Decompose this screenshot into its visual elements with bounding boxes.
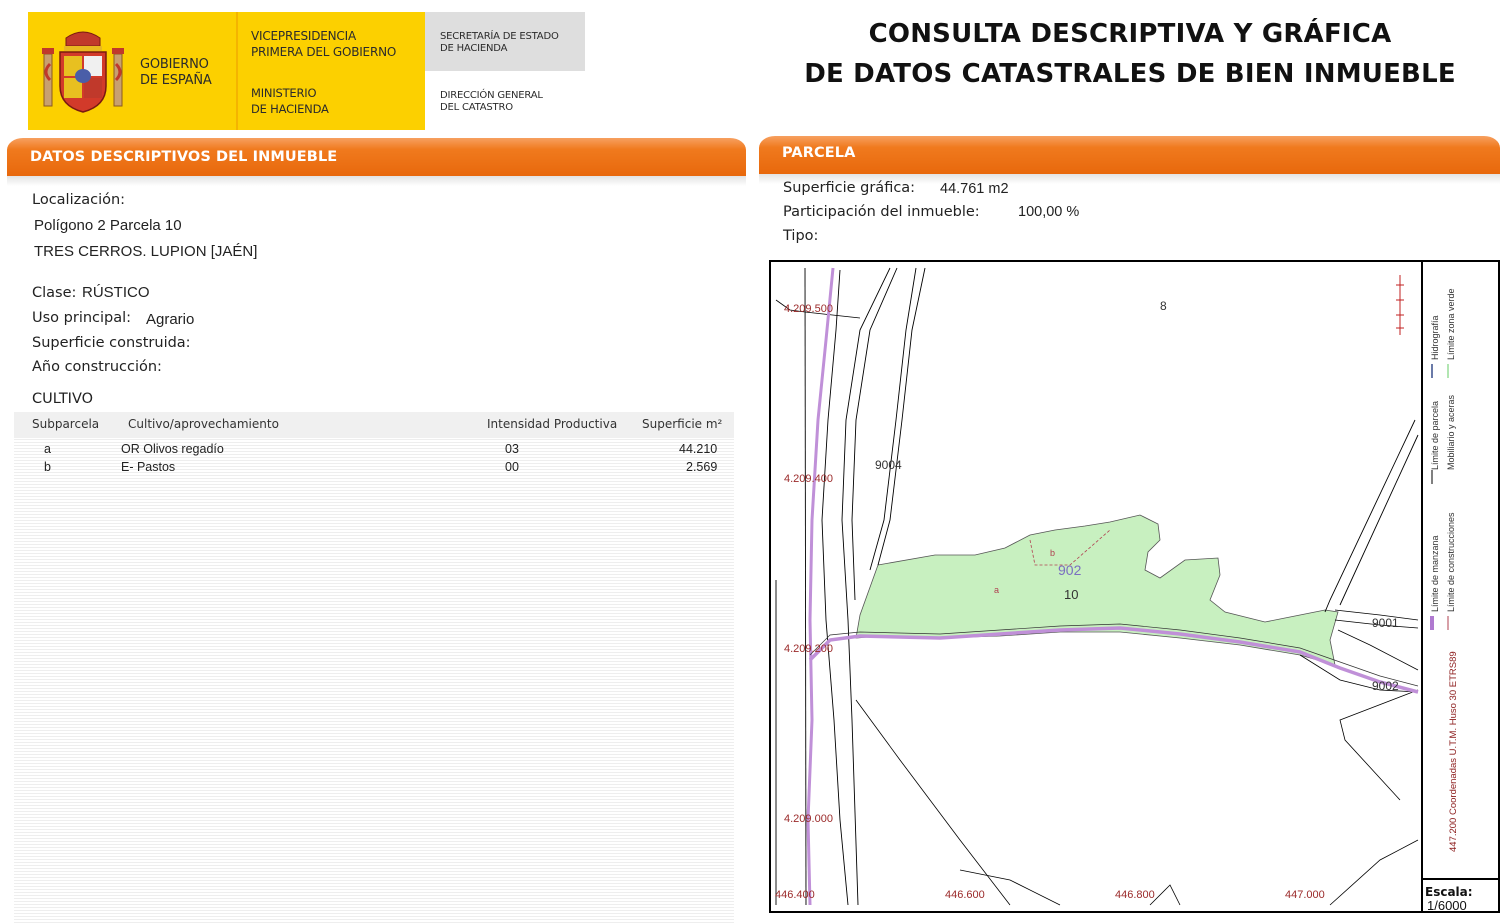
manzana-boundary bbox=[806, 267, 835, 906]
superficie-grafica-label: Superficie gráfica: bbox=[783, 180, 916, 196]
localizacion-line2: TRES CERROS. LUPION [JAÉN] bbox=[34, 243, 258, 260]
legend-scale-separator bbox=[1421, 878, 1500, 880]
uso-principal-value: Agrario bbox=[146, 311, 195, 328]
localizacion-line1: Polígono 2 Parcela 10 bbox=[34, 217, 182, 234]
coat-of-arms-icon bbox=[42, 31, 124, 113]
superficie-grafica-value: 44.761 m2 bbox=[940, 181, 1009, 197]
cadastral-map[interactable]: 4.209.500 4.209.400 4.209.200 4.209.000 … bbox=[771, 262, 1421, 911]
cultivo-table-header bbox=[14, 412, 734, 438]
table-row: b E- Pastos 00 2.569 bbox=[14, 458, 734, 476]
parcel-label: 902 bbox=[1058, 562, 1082, 578]
ministerio-label: MINISTERIO DE HACIENDA bbox=[251, 86, 329, 116]
direccion-catastro-label: DIRECCIÓN GENERAL DEL CATASTRO bbox=[440, 90, 543, 113]
legend-hidrografia: Hidrografía bbox=[1430, 315, 1440, 360]
y-coord-label: 4.209.500 bbox=[784, 303, 833, 315]
legend-construcciones: Límite de construcciones bbox=[1446, 512, 1456, 612]
y-coord-label: 4.209.400 bbox=[784, 473, 833, 485]
parcel-label: 8 bbox=[1160, 299, 1167, 313]
cell-intensidad: 03 bbox=[505, 442, 519, 456]
datos-section-shadow bbox=[7, 176, 746, 186]
subparcel-label: a bbox=[994, 585, 999, 595]
cell-subparcela: a bbox=[44, 442, 51, 456]
anio-construccion-label: Año construcción: bbox=[32, 359, 162, 375]
boundary-line bbox=[1329, 839, 1419, 906]
legend-swatch-manzana bbox=[1430, 616, 1434, 630]
y-coord-label: 4.209.200 bbox=[784, 643, 833, 655]
header-cultivo: Cultivo/aprovechamiento bbox=[128, 417, 279, 431]
header-divider bbox=[236, 12, 238, 130]
parcela-section-title: PARCELA bbox=[782, 145, 856, 161]
north-arrow-icon bbox=[1396, 275, 1404, 335]
legend-mobiliario: Mobiliario y aceras bbox=[1446, 394, 1456, 470]
legend-separator bbox=[1421, 262, 1423, 911]
x-coord-label: 446.600 bbox=[945, 889, 985, 901]
legend-zona-verde: Límite zona verde bbox=[1446, 288, 1456, 360]
x-coord-label: 446.800 bbox=[1115, 889, 1155, 901]
parcel-label: 10 bbox=[1064, 587, 1078, 602]
boundary-line bbox=[821, 269, 849, 906]
header-intensidad: Intensidad Productiva bbox=[487, 417, 618, 431]
boundary-line bbox=[1339, 434, 1419, 606]
boundary-line bbox=[855, 699, 1011, 906]
page-title: CONSULTA DESCRIPTIVA Y GRÁFICA DE DATOS C… bbox=[804, 19, 1456, 89]
y-coord-label: 4.209.000 bbox=[784, 813, 833, 825]
parcel-label: 9004 bbox=[875, 458, 902, 472]
participacion-label: Participación del inmueble: bbox=[783, 204, 980, 220]
boundary-line bbox=[1324, 419, 1416, 613]
cultivo-table-background bbox=[14, 410, 734, 924]
secretaria-label: SECRETARÍA DE ESTADO DE HACIENDA bbox=[440, 31, 559, 54]
gobierno-espana-label: GOBIERNO DE ESPAÑA bbox=[140, 57, 212, 88]
escala-value: 1/6000 bbox=[1427, 898, 1467, 913]
header-superficie: Superficie m² bbox=[642, 417, 723, 431]
cell-superficie: 44.210 bbox=[679, 442, 718, 456]
cell-cultivo: E- Pastos bbox=[121, 460, 176, 474]
legend-manzana: Límite de manzana bbox=[1430, 535, 1440, 612]
uso-principal-label: Uso principal: bbox=[32, 310, 132, 326]
clase-value: RÚSTICO bbox=[82, 284, 150, 301]
datos-section-title: DATOS DESCRIPTIVOS DEL INMUEBLE bbox=[30, 149, 338, 165]
legend-parcela: Límite de parcela bbox=[1430, 400, 1440, 470]
clase-label: Clase: bbox=[32, 285, 77, 301]
boundary-line bbox=[1337, 629, 1419, 671]
legend-coordinates: 447.200 Coordenadas U.T.M. Huso 30 ETRS8… bbox=[1448, 651, 1459, 852]
boundary-line bbox=[804, 267, 807, 906]
cell-subparcela: b bbox=[44, 460, 51, 474]
x-coord-label: 447.000 bbox=[1285, 889, 1325, 901]
escala-label: Escala: bbox=[1425, 885, 1473, 899]
boundary-line bbox=[1339, 689, 1419, 801]
subparcel-label: b bbox=[1050, 548, 1055, 558]
participacion-value: 100,00 % bbox=[1018, 204, 1080, 220]
cell-cultivo: OR Olivos regadío bbox=[121, 442, 224, 456]
vicepresidencia-label: VICEPRESIDENCIA PRIMERA DEL GOBIERNO bbox=[251, 29, 397, 59]
cell-superficie: 2.569 bbox=[686, 460, 718, 474]
x-coord-label: 446.400 bbox=[775, 889, 815, 901]
superficie-construida-label: Superficie construida: bbox=[32, 335, 191, 351]
localizacion-label: Localización: bbox=[32, 192, 126, 208]
table-row: a OR Olivos regadío 03 44.210 bbox=[14, 440, 734, 458]
parcela-section-bar bbox=[759, 136, 1500, 174]
boundary-line bbox=[877, 267, 926, 566]
tipo-label: Tipo: bbox=[783, 228, 819, 244]
parcel-label: 9002 bbox=[1372, 679, 1399, 693]
cultivo-title: CULTIVO bbox=[32, 391, 94, 407]
parcel-label: 9001 bbox=[1372, 616, 1399, 630]
header-subparcela: Subparcela bbox=[32, 417, 100, 431]
cell-intensidad: 00 bbox=[505, 460, 519, 474]
